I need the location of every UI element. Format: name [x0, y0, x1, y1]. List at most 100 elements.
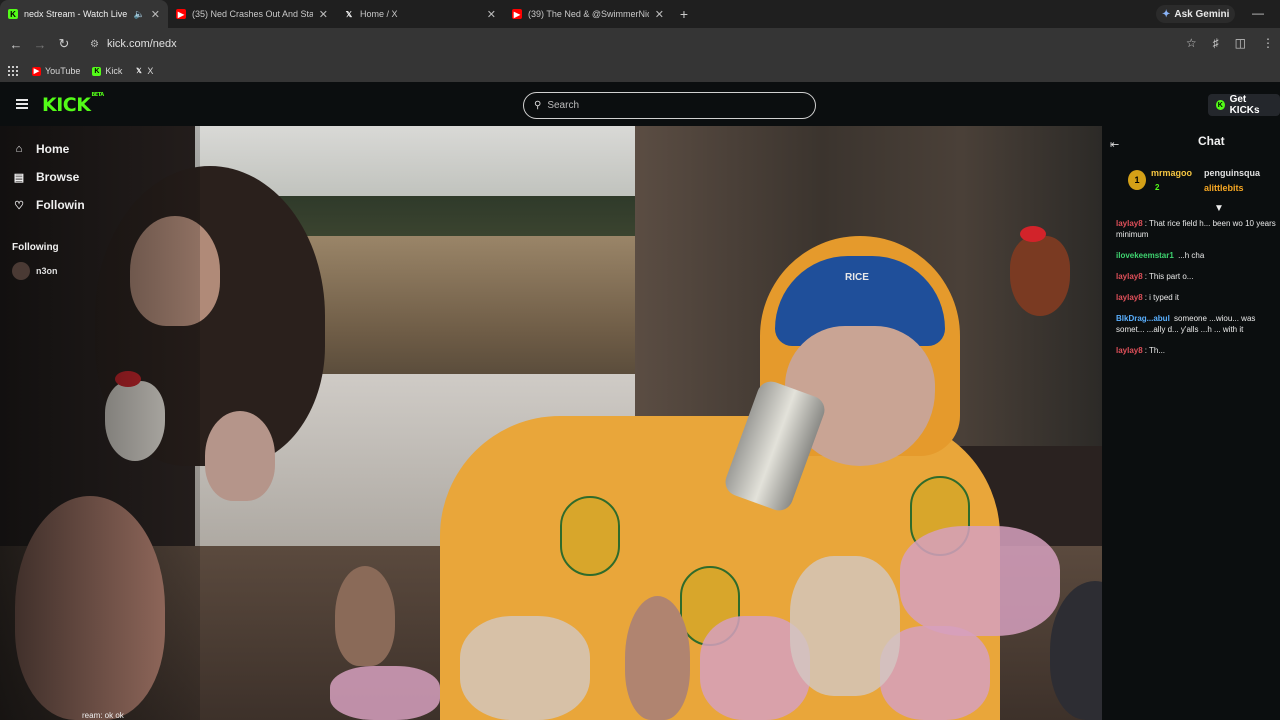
chat-panel: ⇤ Chat 1 mrmagoo 2 penguinsqua alittlebi… — [1102, 126, 1280, 720]
sidebar-item-label: Home — [36, 142, 70, 156]
sidebar-item-browse[interactable]: ▤ Browse — [13, 170, 80, 184]
close-tab-icon[interactable]: ✕ — [319, 8, 328, 21]
chat-message: BlkDrag...abul someone ...wiou... was so… — [1116, 313, 1280, 335]
video-cutout-sunglasses-man — [625, 596, 690, 720]
chat-text: Th... — [1149, 346, 1166, 355]
avatar — [12, 262, 30, 280]
sidebar-item-label: Followin — [36, 198, 85, 212]
tab-youtube-1[interactable]: ▶ (35) Ned Crashes Out And Star ✕ — [168, 0, 336, 28]
chat-text: i typed it — [1149, 293, 1179, 302]
heart-icon: ♡ — [14, 199, 24, 212]
forward-arrow-icon[interactable]: → — [28, 37, 52, 52]
video-clear-bag — [790, 556, 900, 696]
pineapple-print — [560, 496, 620, 576]
bookmark-kick[interactable]: K Kick — [92, 66, 122, 76]
kicks-coin-icon: K — [1216, 100, 1225, 110]
tab-kick-stream[interactable]: K nedx Stream - Watch Live o 🔈 ✕ — [0, 0, 168, 28]
site-info-icon[interactable]: ⚙ — [90, 39, 99, 50]
tab-title: (35) Ned Crashes Out And Star — [192, 9, 313, 19]
video-pink-bag — [330, 666, 440, 720]
beta-badge: BETA — [91, 91, 104, 98]
sidebar-item-home[interactable]: ⌂ Home — [13, 142, 70, 156]
close-tab-icon[interactable]: ✕ — [487, 8, 496, 21]
menu-icon[interactable]: ⋮ — [1262, 36, 1274, 50]
hamburger-menu-icon[interactable] — [16, 99, 28, 109]
bookmark-label: YouTube — [45, 66, 81, 76]
top-gifter-count: 2 — [1155, 183, 1160, 192]
chat-username[interactable]: ilovekeemstar1 — [1116, 251, 1174, 260]
top-gifter-name[interactable]: penguinsqua — [1204, 168, 1260, 178]
tab-youtube-2[interactable]: ▶ (39) The Ned & @SwimmerNic ✕ — [504, 0, 672, 28]
chat-username[interactable]: laylay8 — [1116, 219, 1143, 228]
pinned-expand-icon[interactable]: ▼ — [1214, 203, 1224, 214]
video-cutout-brown-chicken — [1010, 226, 1070, 316]
video-pink-bag — [900, 526, 1060, 636]
bookmark-star-icon[interactable]: ☆ — [1186, 36, 1197, 50]
kick-logo-text: KICK — [42, 94, 91, 116]
sidebar-item-following[interactable]: ♡ Followin — [13, 198, 85, 212]
back-arrow-icon[interactable]: ← — [4, 37, 28, 52]
get-kicks-label: Get KICKs — [1229, 94, 1260, 116]
chat-username[interactable]: BlkDrag...abul — [1116, 314, 1170, 323]
get-kicks-button[interactable]: K Get KICKs — [1208, 94, 1280, 116]
bookmark-x[interactable]: 𝕏 X — [134, 66, 153, 76]
bookmark-label: Kick — [105, 66, 123, 76]
extensions-icon[interactable]: ♯ — [1213, 36, 1219, 50]
following-channel-name: n3on — [36, 266, 58, 276]
chat-username[interactable]: laylay8 — [1116, 346, 1143, 355]
collapse-chat-icon[interactable]: ⇤ — [1110, 138, 1119, 151]
chat-text: This part o... — [1149, 272, 1194, 281]
chat-message: laylay8: That rice field h... been wo 10… — [1116, 219, 1276, 239]
close-tab-icon[interactable]: ✕ — [151, 8, 160, 21]
kick-favicon: K — [92, 66, 102, 76]
video-cutout-pink-cap-man — [335, 566, 395, 666]
following-channel[interactable]: n3on — [12, 262, 58, 280]
left-sidebar: ⌂ Home ▤ Browse ♡ Followin Following n3o… — [0, 126, 194, 720]
chat-message: ilovekeemstar1 ...h cha — [1116, 250, 1280, 261]
chat-text: ...h cha — [1178, 251, 1205, 260]
kick-favicon: K — [8, 9, 18, 19]
ask-gemini-label: Ask Gemini — [1174, 8, 1230, 20]
minimize-window-icon[interactable]: — — [1252, 6, 1264, 20]
search-placeholder: Search — [547, 100, 580, 111]
youtube-favicon: ▶ — [176, 9, 186, 19]
kick-logo[interactable]: KICKBETA — [42, 91, 104, 116]
following-header: Following — [12, 242, 59, 253]
tab-title: (39) The Ned & @SwimmerNic — [528, 9, 649, 19]
reload-icon[interactable]: ↻ — [52, 36, 76, 52]
chat-message: laylay8: Th... — [1116, 346, 1166, 355]
search-icon: ⚲ — [534, 100, 542, 111]
address-bar[interactable]: ⚙ kick.com/nedx — [84, 32, 1180, 56]
apps-grid-icon[interactable] — [8, 66, 18, 76]
x-favicon: 𝕏 — [345, 9, 353, 19]
top-gifter-name[interactable]: mrmagoo — [1151, 168, 1192, 178]
kick-header: KICKBETA ⚲ Search K Get KICKs — [0, 84, 1280, 126]
chat-title: Chat — [1198, 134, 1225, 148]
video-clear-bag — [460, 616, 590, 720]
bookmark-youtube[interactable]: ▶ YouTube — [32, 66, 80, 76]
sidebar-item-label: Browse — [36, 170, 80, 184]
youtube-favicon: ▶ — [32, 66, 41, 76]
top-gifter-name[interactable]: alittlebits — [1204, 183, 1244, 193]
browse-icon: ▤ — [13, 171, 25, 184]
bookmarks-bar: ▶ YouTube K Kick 𝕏 X — [0, 60, 1280, 82]
close-tab-icon[interactable]: ✕ — [655, 8, 664, 21]
toolbar-right-icons: ☆ ♯ ◫ ⋮ — [1186, 36, 1274, 50]
search-input[interactable]: ⚲ Search — [523, 92, 816, 119]
youtube-favicon: ▶ — [512, 9, 522, 19]
x-favicon: 𝕏 — [136, 68, 142, 75]
tab-title: Home / X — [360, 9, 398, 19]
tab-title: nedx Stream - Watch Live o — [24, 9, 130, 19]
side-panel-icon[interactable]: ◫ — [1235, 36, 1246, 50]
tab-x-home[interactable]: 𝕏 Home / X ✕ — [336, 0, 504, 28]
speaker-icon[interactable]: 🔈 — [134, 9, 145, 20]
browser-tab-bar: K nedx Stream - Watch Live o 🔈 ✕ ▶ (35) … — [0, 0, 1280, 28]
chat-username[interactable]: laylay8 — [1116, 293, 1143, 302]
url-text: kick.com/nedx — [106, 38, 177, 50]
chat-username[interactable]: laylay8 — [1116, 272, 1143, 281]
gemini-spark-icon: ✦ — [1162, 8, 1171, 20]
new-tab-button[interactable]: + — [672, 6, 696, 22]
ask-gemini-button[interactable]: ✦ Ask Gemini — [1156, 5, 1236, 23]
chat-message: laylay8: This part o... — [1116, 272, 1194, 281]
gifter-rank-badge: 1 — [1128, 170, 1146, 190]
